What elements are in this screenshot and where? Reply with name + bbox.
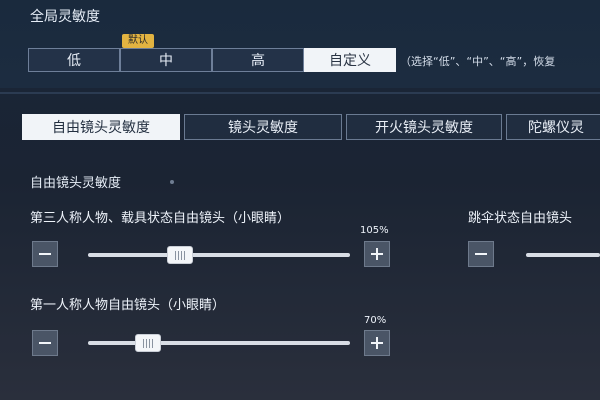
- preset-high[interactable]: 高: [212, 48, 304, 72]
- tab-fire-camera[interactable]: 开火镜头灵敏度: [346, 114, 502, 140]
- slider2-minus-button[interactable]: [32, 330, 58, 356]
- grip-line: [174, 250, 176, 260]
- preset-group: 低 中 高 自定义: [28, 48, 396, 72]
- global-title: 全局灵敏度: [30, 9, 100, 25]
- slider1-plus-button[interactable]: [364, 241, 390, 267]
- preset-medium[interactable]: 中: [120, 48, 212, 72]
- slider2-track[interactable]: [88, 341, 350, 345]
- parachute-slider-track[interactable]: [526, 253, 600, 257]
- slider1-minus-button[interactable]: [32, 241, 58, 267]
- slider2-value: 70%: [364, 315, 387, 326]
- tab-camera[interactable]: 镜头灵敏度: [184, 114, 342, 140]
- divider: [0, 92, 600, 94]
- minus-icon: [39, 342, 51, 344]
- grip-line: [183, 250, 185, 260]
- preset-hint: （选择“低”、“中”、“高”，恢复: [400, 55, 556, 68]
- grip-line: [146, 338, 148, 348]
- parachute-minus-button[interactable]: [468, 241, 494, 267]
- grip-line: [152, 338, 154, 348]
- slider1-thumb[interactable]: [166, 246, 193, 264]
- grip-line: [177, 250, 179, 260]
- section-dot: [170, 180, 174, 184]
- minus-icon: [475, 253, 487, 255]
- grip-line: [180, 250, 182, 260]
- minus-icon: [39, 253, 51, 255]
- plus-icon: [371, 248, 383, 260]
- default-badge: 默认: [122, 34, 154, 48]
- section-title: 自由镜头灵敏度: [30, 176, 122, 191]
- global-sensitivity-panel: 全局灵敏度 低 中 高 自定义 默认 （选择“低”、“中”、“高”，恢复: [0, 0, 600, 88]
- slider1-label: 第三人称人物、载具状态自由镜头（小眼睛）: [30, 211, 291, 226]
- slider2-label: 第一人称人物自由镜头（小眼睛）: [30, 298, 226, 313]
- preset-low[interactable]: 低: [28, 48, 120, 72]
- parachute-slider-label: 跳伞状态自由镜头: [468, 211, 573, 226]
- slider1-value: 105%: [360, 225, 389, 236]
- slider2-thumb[interactable]: [135, 334, 162, 352]
- tab-free-camera[interactable]: 自由镜头灵敏度: [22, 114, 180, 140]
- plus-icon: [371, 337, 383, 349]
- preset-custom[interactable]: 自定义: [304, 48, 396, 72]
- slider2-plus-button[interactable]: [364, 330, 390, 356]
- grip-line: [143, 338, 145, 348]
- grip-line: [149, 338, 151, 348]
- tab-gyroscope[interactable]: 陀螺仪灵: [506, 114, 600, 140]
- sensitivity-tabs: 自由镜头灵敏度 镜头灵敏度 开火镜头灵敏度 陀螺仪灵: [22, 114, 600, 140]
- slider1-track[interactable]: [88, 253, 350, 257]
